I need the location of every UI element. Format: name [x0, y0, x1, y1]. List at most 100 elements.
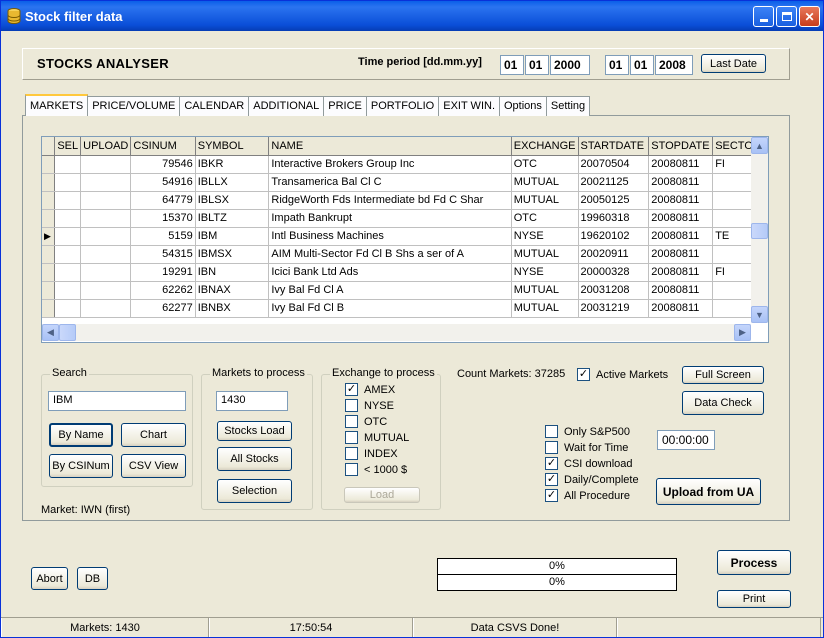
- abort-button[interactable]: Abort: [31, 567, 68, 590]
- cell-stopdate: 20080811: [648, 263, 714, 282]
- markets-count-input[interactable]: 1430: [216, 391, 288, 411]
- full-screen-button[interactable]: Full Screen: [682, 366, 764, 384]
- tab-setting[interactable]: Setting: [545, 96, 591, 116]
- checkbox-label: AMEX: [364, 383, 396, 396]
- tab-price-volume[interactable]: PRICE/VOLUME: [87, 96, 181, 116]
- column-header-symbol[interactable]: SYMBOL: [195, 137, 270, 156]
- cell-symbol: IBM: [195, 227, 270, 246]
- only-sp500-checkbox[interactable]: Only S&P500: [545, 425, 630, 438]
- checkbox-label: INDEX: [364, 447, 398, 460]
- from-year-field[interactable]: 2000: [550, 55, 590, 75]
- chevron-left-icon: ◀: [47, 327, 54, 337]
- column-header-sel[interactable]: SEL: [54, 137, 82, 156]
- to-month-field[interactable]: 01: [630, 55, 654, 75]
- table-row[interactable]: 62277 IBNBX Ivy Bal Fd Cl B MUTUAL 20031219 2…: [42, 299, 768, 318]
- last-date-button[interactable]: Last Date: [701, 54, 766, 73]
- tab-exit-win[interactable]: EXIT WIN.: [438, 96, 500, 116]
- table-row[interactable]: 64779 IBLSX RidgeWorth Fds Intermediate bd…: [42, 191, 768, 210]
- upload-from-ua-button[interactable]: Upload from UA: [656, 478, 761, 505]
- cell-upload: [80, 245, 132, 264]
- table-row[interactable]: ▶ 5159 IBM Intl Business Machines NYSE 196201…: [42, 227, 768, 246]
- data-check-button[interactable]: Data Check: [682, 391, 764, 415]
- table-row[interactable]: 62262 IBNAX Ivy Bal Fd Cl A MUTUAL 20031208 2…: [42, 281, 768, 300]
- search-input[interactable]: IBM: [48, 391, 186, 411]
- print-button[interactable]: Print: [717, 590, 791, 608]
- close-button[interactable]: ✕: [799, 6, 820, 27]
- column-header-stopdate[interactable]: STOPDATE: [648, 137, 714, 156]
- cell-sel: [54, 245, 82, 264]
- table-row[interactable]: 15370 IBLTZ Impath Bankrupt OTC 19960318 2008…: [42, 209, 768, 228]
- tab-markets[interactable]: MARKETS: [25, 94, 89, 116]
- exchange-checkbox-mutual[interactable]: MUTUAL: [345, 431, 409, 444]
- maximize-button[interactable]: [776, 6, 797, 27]
- vertical-scrollbar[interactable]: ▲ ▼: [751, 137, 768, 323]
- column-header-startdate[interactable]: STARTDATE: [578, 137, 650, 156]
- from-day-field[interactable]: 01: [500, 55, 524, 75]
- load-button[interactable]: Load: [344, 487, 420, 503]
- exchange-checkbox-otc[interactable]: OTC: [345, 415, 387, 428]
- tab-calendar[interactable]: CALENDAR: [179, 96, 250, 116]
- to-year-field[interactable]: 2008: [655, 55, 693, 75]
- checkbox-label: Daily/Complete: [564, 473, 639, 486]
- table-row[interactable]: 54315 IBMSX AIM Multi-Sector Fd Cl B Shs a…: [42, 245, 768, 264]
- progress-bar-1: 0%: [437, 558, 677, 575]
- scroll-up-button[interactable]: ▲: [751, 137, 768, 154]
- exchange-checkbox-amex[interactable]: ✓ AMEX: [345, 383, 395, 396]
- cell-indicator: [42, 245, 56, 264]
- db-button[interactable]: DB: [77, 567, 108, 590]
- tab-price[interactable]: PRICE: [323, 96, 367, 116]
- table-header-row: SEL UPLOAD CSINUM SYMBOL NAME EXCHANGE S…: [42, 137, 768, 156]
- column-header-name[interactable]: NAME: [268, 137, 512, 156]
- scroll-down-button[interactable]: ▼: [751, 306, 768, 323]
- time-input[interactable]: 00:00:00: [657, 430, 715, 450]
- by-csinum-button[interactable]: By CSINum: [49, 454, 113, 478]
- checkbox-checked-icon: ✓: [577, 368, 590, 381]
- markets-group-title: Markets to process: [210, 367, 307, 379]
- all-procedure-checkbox[interactable]: ✓ All Procedure: [545, 489, 630, 502]
- column-header-upload[interactable]: UPLOAD: [80, 137, 132, 156]
- cell-exchange: OTC: [511, 155, 579, 174]
- stocks-load-button[interactable]: Stocks Load: [217, 421, 292, 441]
- tab-options[interactable]: Options: [499, 96, 547, 116]
- cell-symbol: IBLLX: [195, 173, 270, 192]
- title-bar[interactable]: Stock filter data ✕: [1, 1, 823, 31]
- status-empty-panel: [617, 618, 821, 637]
- csv-view-button[interactable]: CSV View: [121, 454, 186, 478]
- tab-additional[interactable]: ADDITIONAL: [248, 96, 325, 116]
- tab-portfolio[interactable]: PORTFOLIO: [365, 96, 440, 116]
- wait-for-time-checkbox[interactable]: Wait for Time: [545, 441, 628, 454]
- checkbox-label: Active Markets: [596, 368, 669, 381]
- close-icon: ✕: [804, 9, 815, 24]
- csi-download-checkbox[interactable]: ✓ CSI download: [545, 457, 633, 470]
- app-title: STOCKS ANALYSER: [37, 56, 169, 71]
- cell-csinum: 64779: [130, 191, 196, 210]
- exchange-checkbox-index[interactable]: INDEX: [345, 447, 398, 460]
- cell-upload: [80, 263, 132, 282]
- active-markets-checkbox[interactable]: ✓ Active Markets: [577, 368, 668, 381]
- horizontal-scrollbar[interactable]: ◀ ▶: [42, 324, 751, 341]
- all-stocks-button[interactable]: All Stocks: [217, 447, 292, 471]
- by-name-button[interactable]: By Name: [49, 423, 113, 447]
- table-row[interactable]: 19291 IBN Icici Bank Ltd Ads NYSE 20000328 20…: [42, 263, 768, 282]
- chart-button[interactable]: Chart: [121, 423, 186, 447]
- scroll-right-button[interactable]: ▶: [734, 324, 751, 341]
- process-button[interactable]: Process: [717, 550, 791, 575]
- minimize-button[interactable]: [753, 6, 774, 27]
- table-row[interactable]: 54916 IBLLX Transamerica Bal Cl C MUTUAL 200…: [42, 173, 768, 192]
- selection-button[interactable]: Selection: [217, 479, 292, 503]
- to-day-field[interactable]: 01: [605, 55, 629, 75]
- markets-grid[interactable]: SEL UPLOAD CSINUM SYMBOL NAME EXCHANGE S…: [41, 136, 769, 343]
- vertical-scroll-thumb[interactable]: [751, 223, 768, 239]
- column-header-exchange[interactable]: EXCHANGE: [511, 137, 579, 156]
- cell-sel: [54, 299, 82, 318]
- scroll-left-button[interactable]: ◀: [42, 324, 59, 341]
- cell-startdate: 20050125: [578, 191, 650, 210]
- exchange-checkbox-under-1000[interactable]: < 1000 $: [345, 463, 407, 476]
- horizontal-scroll-thumb[interactable]: [59, 324, 76, 341]
- exchange-checkbox-nyse[interactable]: NYSE: [345, 399, 394, 412]
- column-header-csinum[interactable]: CSINUM: [130, 137, 196, 156]
- from-month-field[interactable]: 01: [525, 55, 549, 75]
- table-row[interactable]: 79546 IBKR Interactive Brokers Group Inc OT…: [42, 155, 768, 174]
- cell-exchange: NYSE: [511, 263, 579, 282]
- daily-complete-checkbox[interactable]: ✓ Daily/Complete: [545, 473, 639, 486]
